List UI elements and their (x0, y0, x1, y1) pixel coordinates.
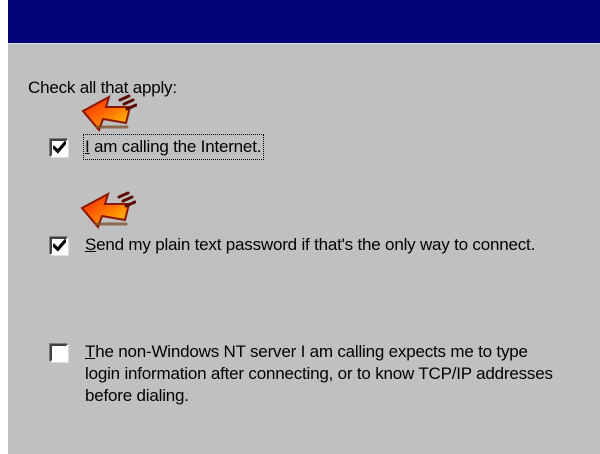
red-arrow-pointer-icon (80, 191, 136, 229)
plain-text-password-label[interactable]: Send my plain text password if that's th… (85, 234, 565, 256)
checkmark-icon (53, 141, 66, 154)
login-after-connecting-label-rest: he non-Windows NT server I am calling ex… (85, 342, 553, 405)
plain-text-password-access-key: S (85, 235, 97, 254)
internet-option-label[interactable]: I am calling the Internet. (82, 134, 265, 160)
plain-text-password-checkbox[interactable] (50, 237, 68, 255)
checkmark-icon (53, 239, 66, 252)
login-after-connecting-access-key: T (85, 342, 96, 361)
login-after-connecting-checkbox[interactable] (50, 344, 68, 362)
plain-text-password-label-rest: end my plain text password if that's the… (96, 235, 536, 254)
internet-label-rest: am calling the Internet. (89, 137, 262, 156)
internet-checkbox[interactable] (50, 139, 68, 157)
window-title-bar (8, 0, 600, 43)
dialog-screen: Check all that apply: I am calling the I… (0, 0, 600, 454)
red-arrow-pointer-icon (81, 94, 137, 132)
login-after-connecting-label[interactable]: The non-Windows NT server I am calling e… (85, 341, 565, 407)
